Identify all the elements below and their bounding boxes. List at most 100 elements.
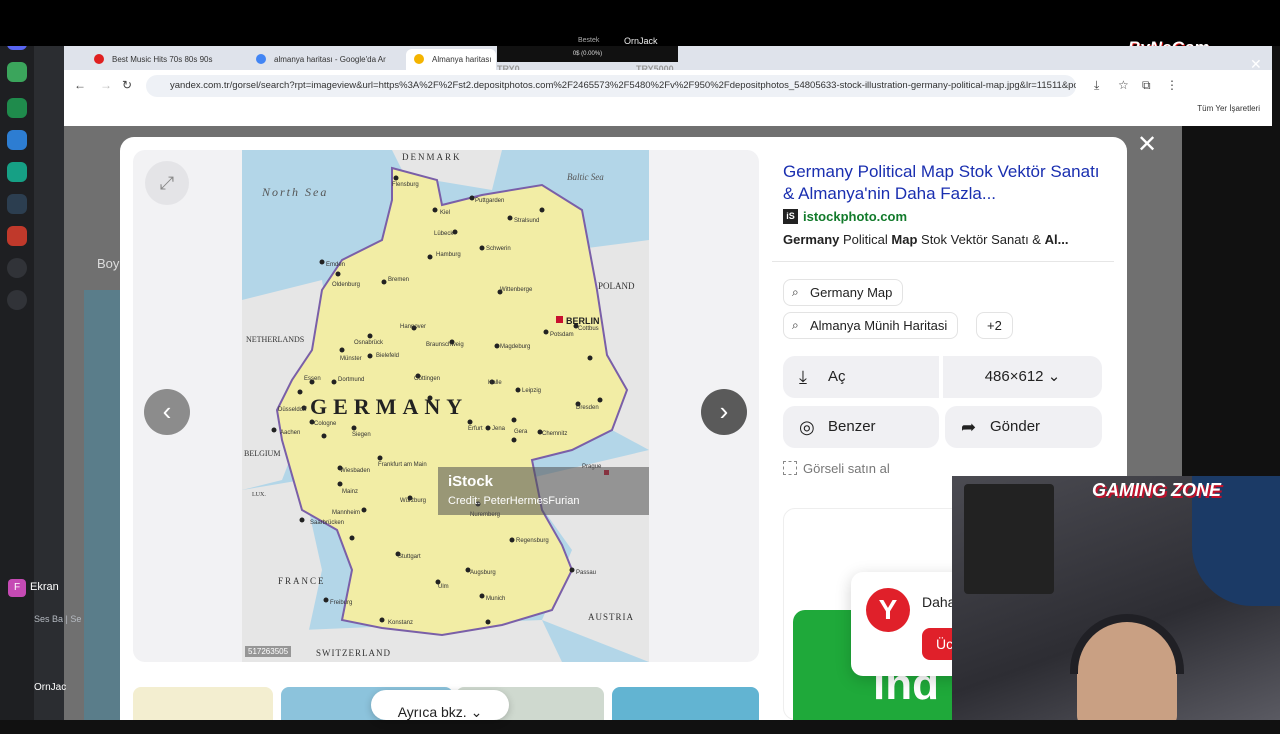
svg-text:Flensburg: Flensburg [392,182,419,188]
chip-label: Germany Map [810,285,893,300]
svg-text:GERMANY: GERMANY [310,394,468,419]
extensions-icon[interactable]: ⧉ [1142,78,1151,93]
watermark-credit: Credit: PeterHermesFurian [448,495,580,507]
share-icon: ➦ [961,417,977,437]
size-select[interactable]: 486×612 ⌄ [943,356,1102,398]
tab-google[interactable]: almanya haritası - Google'da Ar [248,49,398,70]
svg-text:Mainz: Mainz [342,489,358,495]
svg-text:Freiburg: Freiburg [330,600,352,606]
screen-icon: F [8,579,26,597]
url-input[interactable]: yandex.com.tr/gorsel/search?rpt=imagevie… [146,75,1076,97]
open-label: Aç [828,368,846,385]
star-icon[interactable]: ☆ [1118,78,1129,92]
svg-text:Mannheim: Mannheim [332,510,360,516]
svg-text:Göttingen: Göttingen [414,376,440,382]
svg-text:Siegen: Siegen [352,432,371,438]
svg-text:Baltic Sea: Baltic Sea [567,172,604,182]
explore-icon[interactable] [7,290,27,310]
search-icon: ⌕ [792,285,799,299]
chip-almanya-munih[interactable]: ⌕ Almanya Münih Haritasi [783,312,959,339]
thumbnail[interactable] [133,687,273,720]
svg-text:Oldenburg: Oldenburg [332,282,360,288]
close-icon[interactable]: ✕ [1136,133,1158,157]
svg-text:Bremen: Bremen [388,277,409,283]
server-icon[interactable] [7,62,27,82]
reload-icon[interactable]: ↻ [122,78,132,92]
svg-text:North Sea: North Sea [261,185,328,199]
svg-text:Chemnitz: Chemnitz [542,431,567,437]
svg-text:LUX.: LUX. [252,492,266,498]
size-label: 486×612 [984,368,1044,385]
svg-text:Dortmund: Dortmund [338,377,364,383]
svg-text:BERLIN: BERLIN [566,316,600,326]
add-server-icon[interactable] [7,258,27,278]
svg-text:Ulm: Ulm [438,584,449,590]
chip-more[interactable]: +2 [976,312,1013,339]
svg-text:Gera: Gera [514,429,528,435]
svg-text:Hannover: Hannover [400,324,426,330]
back-icon[interactable]: ← [74,78,86,92]
server-icon[interactable] [7,130,27,150]
svg-text:Potsdam: Potsdam [550,332,574,338]
svg-text:Essen: Essen [304,376,321,382]
buy-icon [783,461,797,475]
svg-text:Erfurt: Erfurt [468,426,483,432]
share-button[interactable]: ➦ Gönder [945,406,1102,448]
tab-music[interactable]: Best Music Hits 70s 80s 90s [86,49,236,70]
all-bookmarks[interactable]: Tüm Yer İşaretleri [1197,104,1260,113]
image-title-link[interactable]: Germany Political Map Stok Vektör Sanatı… [783,161,1103,205]
menu-icon[interactable]: ⋮ [1166,78,1178,92]
chevron-left-icon[interactable]: ‹ [144,389,190,435]
divider [772,261,1114,262]
desc-bold: Map [891,232,918,247]
buy-image-link[interactable]: Görseli satın al [783,461,890,476]
expand-icon[interactable]: ⤢ [145,161,189,205]
buy-label: Görseli satın al [803,461,890,476]
similar-button[interactable]: ◎ Benzer [783,406,939,448]
youtube-icon [94,54,104,64]
chip-germany-map[interactable]: ⌕ Germany Map [783,279,904,306]
background-text: Boy [97,256,120,271]
source-domain: istockphoto.com [803,209,908,224]
screen-label: Ekran [30,581,59,593]
istock-logo-icon: iS [783,209,798,224]
svg-text:Augsburg: Augsburg [470,570,496,576]
overlay-name: OrnJack [624,36,658,46]
svg-text:Wiesbaden: Wiesbaden [340,468,370,474]
open-button[interactable]: ⤓ Aç [783,356,939,398]
desc-text: Political [839,232,892,247]
svg-text:Düsseldorf: Düsseldorf [278,407,307,413]
chevron-right-icon[interactable]: › [701,389,747,435]
forward-icon[interactable]: → [100,78,112,92]
stock-id: 517263505 [245,646,292,657]
yandex-icon [414,54,424,64]
server-icon[interactable] [7,226,27,246]
tab-yandex[interactable]: Almanya haritası [406,49,496,70]
svg-text:Cologne: Cologne [314,421,337,427]
also-see-button[interactable]: Ayrıca bkz. ⌄ [371,690,509,720]
svg-text:Lübeck: Lübeck [434,231,454,237]
yandex-logo-icon: Y [866,588,910,632]
chevron-down-icon: ⌄ [1047,368,1061,385]
desc-bold: Al... [1044,232,1069,247]
thumbnail[interactable] [612,687,759,720]
chip-label: +2 [987,318,1002,333]
germany-map-image[interactable]: DENMARK North Sea Baltic Sea POLAND NETH… [242,150,649,662]
svg-text:Jena: Jena [492,426,506,432]
server-icon[interactable] [7,194,27,214]
screen-share-item[interactable]: F Ekran [8,579,64,599]
server-icon[interactable] [7,162,27,182]
user-label: OrnJac [34,682,67,693]
svg-text:Osnabrück: Osnabrück [354,340,384,346]
server-icon[interactable] [7,98,27,118]
svg-text:Dresden: Dresden [576,405,599,411]
discord-server-strip [0,0,34,720]
tab-label: almanya haritası - Google'da Ar [274,55,386,64]
gaming-zone-logo: GAMING ZONE [1092,480,1221,500]
svg-text:Münster: Münster [340,356,362,362]
download-icon[interactable]: ⤓ [1094,78,1099,93]
webcam-overlay: GAMING ZONE [952,476,1280,720]
svg-text:FRANCE: FRANCE [278,576,326,586]
image-description: Germany Political Map Stok Vektör Sanatı… [783,232,1103,247]
svg-text:Puttgarden: Puttgarden [475,198,504,204]
